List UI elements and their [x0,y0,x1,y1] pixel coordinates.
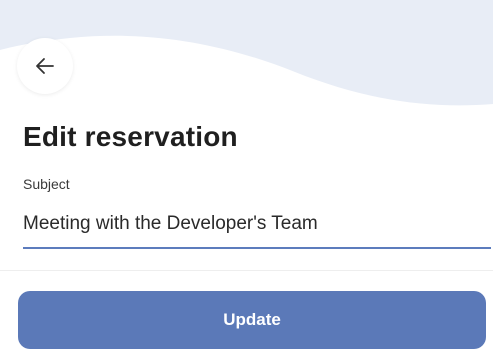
back-button[interactable] [17,38,73,94]
page-title: Edit reservation [23,121,238,152]
update-button[interactable]: Update [18,291,486,349]
header-wave-decoration [0,0,493,106]
subject-input[interactable] [23,201,491,249]
arrow-left-icon [36,58,54,74]
divider [0,270,493,271]
edit-reservation-screen: Edit reservation Subject Update [0,0,493,352]
subject-label: Subject [23,176,70,192]
